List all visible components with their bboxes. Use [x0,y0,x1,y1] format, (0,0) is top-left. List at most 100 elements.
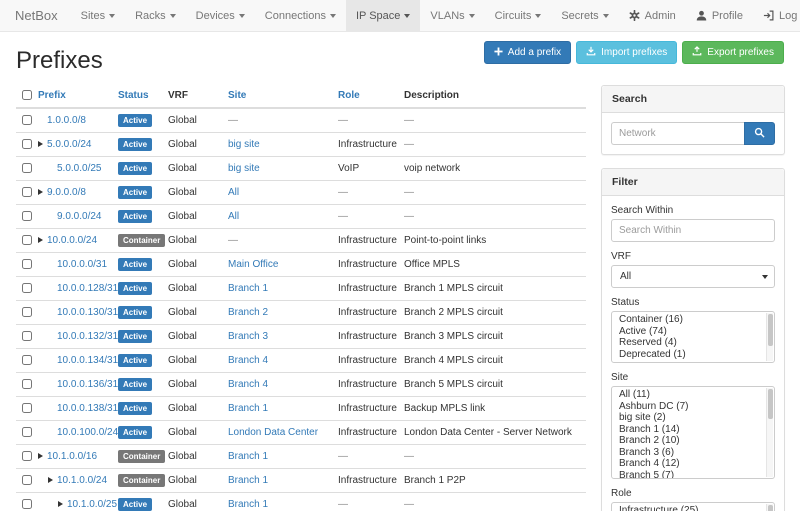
prefix-link[interactable]: 10.0.0.130/31 [57,307,118,318]
search-button[interactable] [744,122,775,145]
site-link[interactable]: Branch 1 [228,403,268,414]
site-link[interactable]: Branch 1 [228,499,268,510]
listbox-option[interactable]: All (11) [619,389,764,401]
prefix-link[interactable]: 10.0.100.0/24 [57,427,118,438]
listbox-option[interactable]: Infrastructure (25) [619,505,764,511]
site-link[interactable]: All [228,187,239,198]
import-prefixes-button[interactable]: Import prefixes [576,41,677,64]
nav-item-circuits[interactable]: Circuits [485,0,552,31]
listbox-option[interactable]: Branch 4 (12) [619,458,764,470]
prefix-link[interactable]: 10.0.0.128/31 [57,283,118,294]
col-header-role[interactable]: Role [338,85,404,108]
scrollbar[interactable] [766,504,773,511]
row-checkbox[interactable] [22,379,32,389]
listbox-option[interactable]: Branch 5 (7) [619,470,764,480]
nav-item-vlans[interactable]: VLANs [420,0,484,31]
search-within-input[interactable] [611,219,775,242]
prefix-link[interactable]: 10.0.0.132/31 [57,331,118,342]
role-value: Infrastructure [338,139,397,150]
vrf-select[interactable]: All [611,265,775,288]
listbox-option[interactable]: big site (2) [619,412,764,424]
row-checkbox[interactable] [22,307,32,317]
admin-link[interactable]: Admin [619,0,686,31]
prefix-link[interactable]: 5.0.0.0/24 [47,139,91,150]
scrollbar[interactable] [766,388,773,477]
site-link[interactable]: Branch 1 [228,283,268,294]
expand-caret-icon[interactable] [38,237,43,243]
prefix-link[interactable]: 10.1.0.0/25 [67,499,117,510]
expand-caret-icon[interactable] [38,453,43,459]
prefix-link[interactable]: 9.0.0.0/8 [47,187,86,198]
prefix-link[interactable]: 9.0.0.0/24 [57,211,101,222]
listbox-option[interactable]: Branch 2 (10) [619,435,764,447]
site-link[interactable]: Main Office [228,259,278,270]
brand-logo[interactable]: NetBox [0,0,71,31]
col-header-site[interactable]: Site [228,85,338,108]
listbox-option[interactable]: Branch 1 (14) [619,424,764,436]
row-checkbox[interactable] [22,163,32,173]
row-checkbox[interactable] [22,211,32,221]
row-checkbox[interactable] [22,499,32,509]
row-checkbox[interactable] [22,139,32,149]
prefix-link[interactable]: 10.1.0.0/24 [57,475,107,486]
row-checkbox[interactable] [22,451,32,461]
row-checkbox[interactable] [22,115,32,125]
listbox-option[interactable]: Container (16) [619,314,764,326]
site-link[interactable]: Branch 1 [228,451,268,462]
listbox-option[interactable]: Deprecated (1) [619,349,764,361]
site-link[interactable]: Branch 2 [228,307,268,318]
listbox-option[interactable]: Branch 3 (6) [619,447,764,459]
scrollbar-thumb[interactable] [768,505,773,511]
prefix-link[interactable]: 1.0.0.0/8 [47,115,86,126]
prefix-link[interactable]: 10.0.0.138/31 [57,403,118,414]
nav-item-connections[interactable]: Connections [255,0,346,31]
profile-link[interactable]: Profile [686,0,753,31]
row-checkbox[interactable] [22,427,32,437]
prefix-link[interactable]: 10.0.0.136/31 [57,379,118,390]
logout-link[interactable]: Log out [753,0,800,31]
scrollbar-thumb[interactable] [768,389,773,419]
row-checkbox[interactable] [22,235,32,245]
prefix-link[interactable]: 10.0.0.0/31 [57,259,107,270]
listbox-option[interactable]: Ashburn DC (7) [619,401,764,413]
row-checkbox[interactable] [22,259,32,269]
expand-caret-icon[interactable] [38,189,43,195]
expand-caret-icon[interactable] [48,477,53,483]
scrollbar-thumb[interactable] [768,314,773,346]
listbox-option[interactable]: Reserved (4) [619,337,764,349]
row-checkbox[interactable] [22,355,32,365]
prefix-link[interactable]: 10.0.0.134/31 [57,355,118,366]
scrollbar[interactable] [766,313,773,361]
select-all-checkbox[interactable] [22,90,32,100]
site-link[interactable]: Branch 4 [228,355,268,366]
nav-item-devices[interactable]: Devices [186,0,255,31]
nav-item-sites[interactable]: Sites [71,0,125,31]
prefix-link[interactable]: 10.0.0.0/24 [47,235,97,246]
listbox-option[interactable]: Active (74) [619,326,764,338]
site-link[interactable]: Branch 3 [228,331,268,342]
site-link[interactable]: big site [228,139,260,150]
expand-caret-icon[interactable] [58,501,63,507]
site-link[interactable]: big site [228,163,260,174]
site-link[interactable]: Branch 1 [228,475,268,486]
site-link[interactable]: All [228,211,239,222]
col-header-prefix[interactable]: Prefix [38,85,118,108]
tree-indent [38,362,48,363]
site-link[interactable]: London Data Center [228,427,318,438]
nav-item-ip-space[interactable]: IP Space [346,0,420,31]
nav-item-racks[interactable]: Racks [125,0,186,31]
row-checkbox[interactable] [22,331,32,341]
row-checkbox[interactable] [22,475,32,485]
site-link[interactable]: Branch 4 [228,379,268,390]
nav-item-secrets[interactable]: Secrets [551,0,618,31]
row-checkbox[interactable] [22,403,32,413]
search-input[interactable] [611,122,744,145]
add-prefix-button[interactable]: Add a prefix [484,41,571,64]
prefix-link[interactable]: 5.0.0.0/25 [57,163,101,174]
prefix-link[interactable]: 10.1.0.0/16 [47,451,97,462]
row-checkbox[interactable] [22,283,32,293]
expand-caret-icon[interactable] [38,141,43,147]
export-prefixes-button[interactable]: Export prefixes [682,41,784,64]
col-header-status[interactable]: Status [118,85,168,108]
row-checkbox[interactable] [22,187,32,197]
